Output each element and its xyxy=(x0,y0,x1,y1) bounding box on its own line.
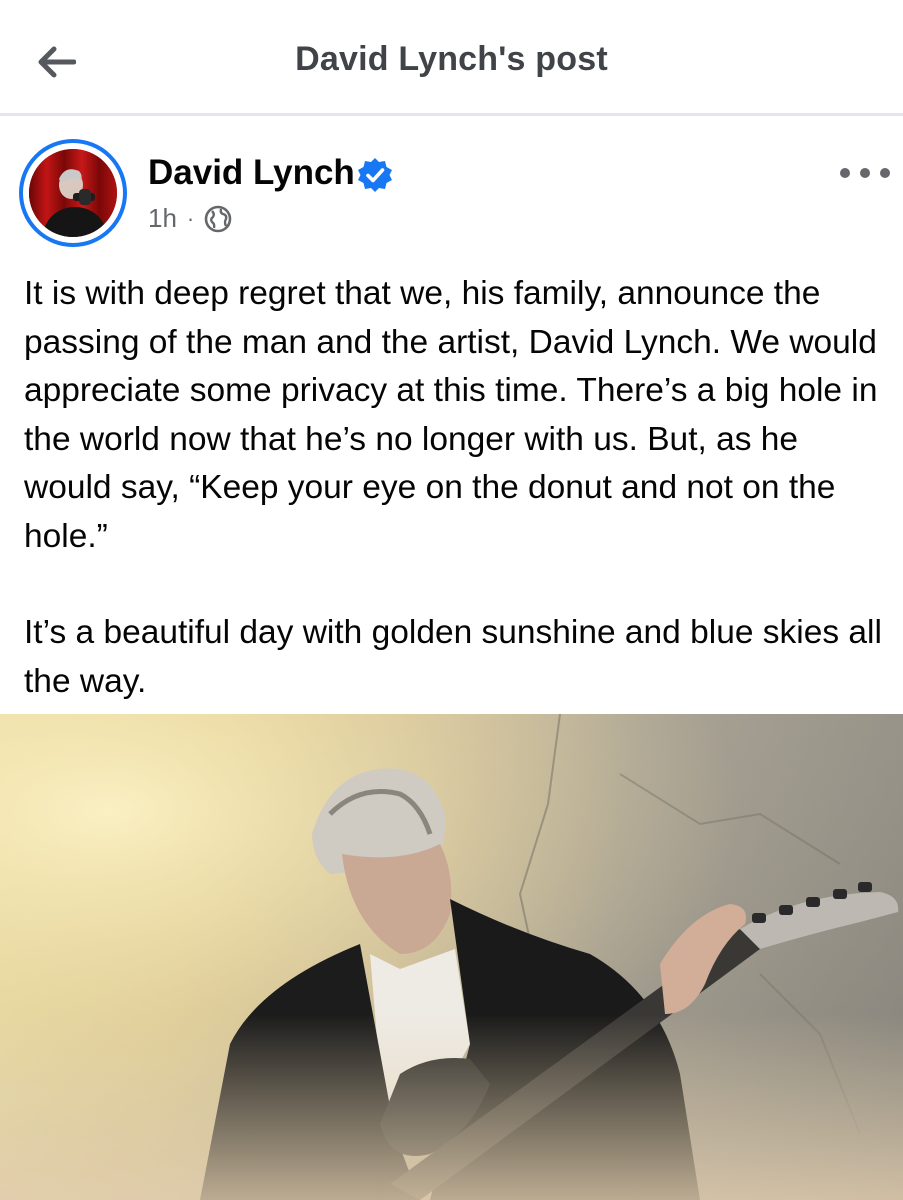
page-title: David Lynch's post xyxy=(295,40,608,78)
post-paragraph: It is with deep regret that we, his fami… xyxy=(24,275,878,555)
verified-badge-icon xyxy=(358,158,392,192)
globe-icon[interactable] xyxy=(204,205,232,233)
timestamp[interactable]: 1h xyxy=(148,203,177,234)
post-photo[interactable] xyxy=(0,714,903,1200)
post-meta: 1h · xyxy=(148,203,232,234)
more-options-button[interactable] xyxy=(840,158,890,188)
more-options-icon xyxy=(840,168,850,178)
meta-separator: · xyxy=(186,205,195,231)
photo-image xyxy=(0,714,903,1200)
post-body: It is with deep regret that we, his fami… xyxy=(24,270,884,706)
avatar-story-ring[interactable] xyxy=(19,139,127,247)
avatar xyxy=(29,149,117,237)
avatar-portrait xyxy=(29,149,117,237)
post-paragraph: It’s a beautiful day with golden sunshin… xyxy=(24,614,882,700)
author-name[interactable]: David Lynch xyxy=(148,153,355,193)
top-app-bar: David Lynch's post xyxy=(0,0,903,116)
